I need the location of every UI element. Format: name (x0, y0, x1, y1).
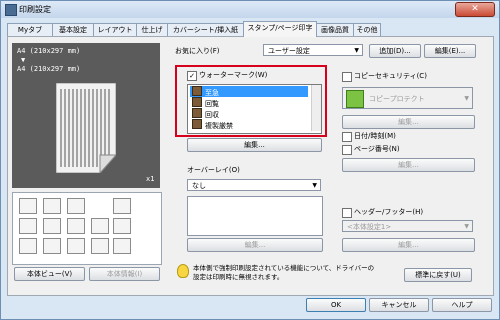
down-arrow-icon: ▼ (21, 56, 26, 64)
original-paper-size: A4 (210x297 mm) (17, 47, 81, 55)
tab-layout[interactable]: レイアウト (93, 23, 137, 36)
tab-finishing[interactable]: 仕上げ (136, 23, 168, 36)
box-save-icon[interactable] (113, 238, 131, 254)
help-button[interactable]: ヘルプ (432, 298, 492, 312)
header-footer-edit-button: 編集... (342, 238, 475, 252)
date-page-edit-button: 編集... (342, 158, 475, 172)
page-preview-icon (56, 83, 116, 173)
overlay-edit-button: 編集... (187, 238, 323, 252)
header-footer-select: <本体設定1> ▼ (342, 220, 473, 232)
note-text: 本体側で強制印刷設定されている機能について、ドライバーの設定は印刷時に無視されま… (193, 264, 375, 281)
overlay-value: なし (192, 182, 206, 190)
tab-cover-sheet[interactable]: カバーシート/挿入紙 (167, 23, 244, 36)
copies-count: x1 (146, 175, 155, 183)
highlight-box (175, 65, 327, 137)
paper-preview: A4 (210x297 mm) ▼ A4 (210x297 mm) x1 (12, 43, 160, 188)
favorites-value: ユーザー設定 (268, 47, 310, 55)
binding-icon[interactable] (91, 218, 109, 234)
overlay-label: オーバーレイ(O) (187, 166, 240, 174)
copy-security-value: コピープロテクト (369, 95, 425, 103)
input-tray-icon[interactable] (19, 218, 37, 234)
copy-protect-icon (346, 90, 364, 108)
print-settings-window: 印刷設定 ✕ Myタブ 基本設定 レイアウト 仕上げ カバーシート/挿入紙 スタ… (0, 0, 500, 320)
punch-icon[interactable] (113, 218, 131, 234)
device-option-icons (12, 192, 162, 265)
cancel-button[interactable]: キャンセル (369, 298, 429, 312)
zoom-icon[interactable] (67, 218, 85, 234)
output-paper-size: A4 (210x297 mm) (17, 65, 81, 73)
account-track-icon[interactable] (67, 238, 85, 254)
chevron-down-icon: ▼ (464, 95, 469, 102)
edit-favorite-button[interactable]: 編集(E)... (424, 44, 476, 58)
duplex-icon[interactable] (67, 198, 85, 214)
header-footer-checkbox[interactable] (342, 208, 352, 218)
body-view-button[interactable]: 本体ビュー(V) (14, 267, 85, 281)
tab-image-quality[interactable]: 画像品質 (316, 23, 354, 36)
date-time-label: 日付/時刻(M) (354, 132, 396, 140)
tray-icon[interactable] (19, 198, 37, 214)
printer-device-icon[interactable] (19, 238, 37, 254)
combine-icon[interactable] (43, 218, 61, 234)
user-auth-icon[interactable] (43, 238, 61, 254)
page-number-label: ページ番号(N) (354, 145, 400, 153)
tab-basic[interactable]: 基本設定 (52, 23, 94, 36)
overlay-select[interactable]: なし ▼ (187, 179, 321, 191)
chevron-down-icon: ▼ (464, 223, 469, 230)
copy-security-label: コピーセキュリティ(C) (354, 72, 427, 80)
add-favorite-button[interactable]: 追加(D)... (369, 44, 421, 58)
copy-security-checkbox[interactable] (342, 72, 352, 82)
ok-button[interactable]: OK (306, 298, 366, 312)
finisher-icon[interactable] (113, 198, 131, 214)
favorites-label: お気に入り(F) (175, 47, 220, 55)
favorites-select[interactable]: ユーザー設定 ▼ (263, 44, 363, 56)
printer-icon (5, 4, 17, 16)
lightbulb-icon (177, 264, 189, 278)
copy-security-edit-button: 編集... (342, 115, 475, 129)
date-time-checkbox[interactable] (342, 132, 352, 142)
secure-print-icon[interactable] (91, 238, 109, 254)
overlay-info-box (187, 196, 323, 236)
tab-other[interactable]: その他 (353, 23, 381, 36)
header-footer-label: ヘッダー/フッター(H) (354, 208, 424, 216)
staple-icon[interactable] (43, 198, 61, 214)
body-info-button: 本体情報(I) (89, 267, 160, 281)
header-footer-value: <本体設定1> (347, 223, 392, 231)
window-title: 印刷設定 (19, 5, 51, 14)
title-bar[interactable]: 印刷設定 ✕ (1, 1, 499, 18)
chevron-down-icon: ▼ (354, 47, 359, 54)
page-number-checkbox[interactable] (342, 145, 352, 155)
tab-mytab[interactable]: Myタブ (7, 23, 53, 36)
watermark-edit-button[interactable]: 編集... (187, 138, 322, 152)
restore-defaults-button[interactable]: 標準に戻す(U) (404, 268, 472, 282)
close-button[interactable]: ✕ (455, 2, 495, 17)
tab-stamp-page-print[interactable]: スタンプ/ページ印字 (243, 21, 317, 37)
chevron-down-icon: ▼ (312, 182, 317, 189)
